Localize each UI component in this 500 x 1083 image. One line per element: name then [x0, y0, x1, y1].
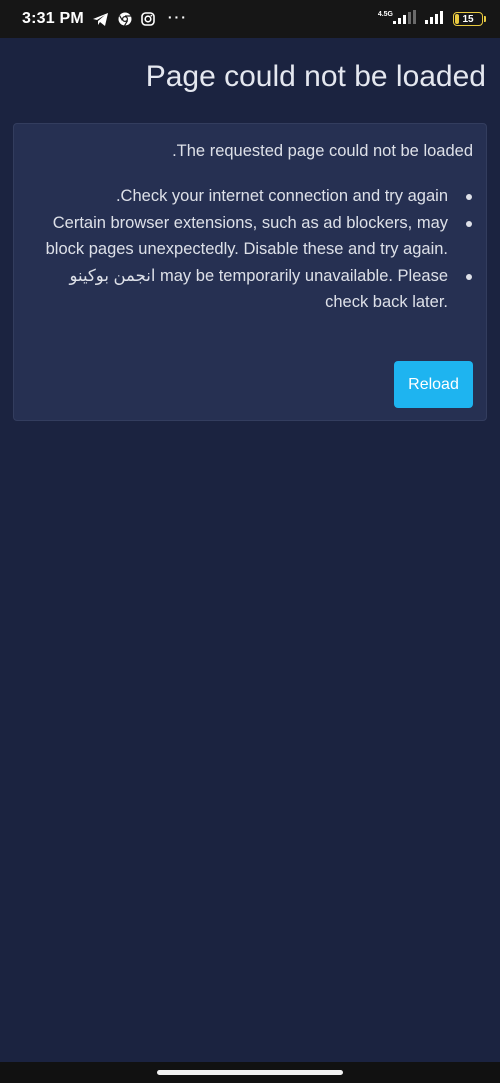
- chrome-icon: [118, 12, 132, 26]
- signal-strength-icon: [393, 9, 419, 29]
- battery-icon: 15: [453, 12, 483, 26]
- battery-level-text: 15: [462, 13, 474, 25]
- home-indicator[interactable]: [157, 1070, 343, 1075]
- status-time: 3:31 PM: [22, 10, 84, 27]
- error-message: .The requested page could not be loaded: [172, 142, 473, 160]
- page-title: Page could not be loaded: [145, 60, 486, 93]
- tip-item: انجمن بوکینو may be temporarily unavaila…: [28, 263, 472, 316]
- notification-icons: ···: [92, 9, 188, 27]
- tip-text: انجمن بوکینو may be temporarily unavaila…: [69, 266, 448, 312]
- status-bar: 3:31 PM ··· 4.5G 15: [0, 0, 500, 38]
- tip-text: Certain browser extensions, such as ad b…: [45, 213, 448, 259]
- tip-text: .Check your internet connection and try …: [115, 187, 448, 205]
- signal-strength-icon-2: [425, 10, 447, 29]
- bullet-icon: [466, 194, 472, 200]
- tip-item: Certain browser extensions, such as ad b…: [28, 210, 472, 263]
- instagram-icon: [141, 12, 155, 26]
- error-card: .The requested page could not be loaded …: [13, 123, 487, 421]
- tip-item: .Check your internet connection and try …: [28, 183, 472, 210]
- troubleshooting-tips: .Check your internet connection and try …: [28, 183, 472, 316]
- bullet-icon: [466, 220, 472, 227]
- battery-cap: [484, 16, 486, 22]
- bullet-icon: [466, 273, 472, 280]
- network-type-label: 4.5G: [377, 10, 393, 18]
- navigation-bar: [0, 1062, 500, 1083]
- reload-button[interactable]: Reload: [394, 361, 473, 408]
- system-indicators: 4.5G 15: [377, 9, 486, 29]
- more-notifications-indicator: ···: [167, 9, 188, 25]
- battery-fill: [455, 14, 459, 24]
- telegram-icon: [92, 12, 109, 27]
